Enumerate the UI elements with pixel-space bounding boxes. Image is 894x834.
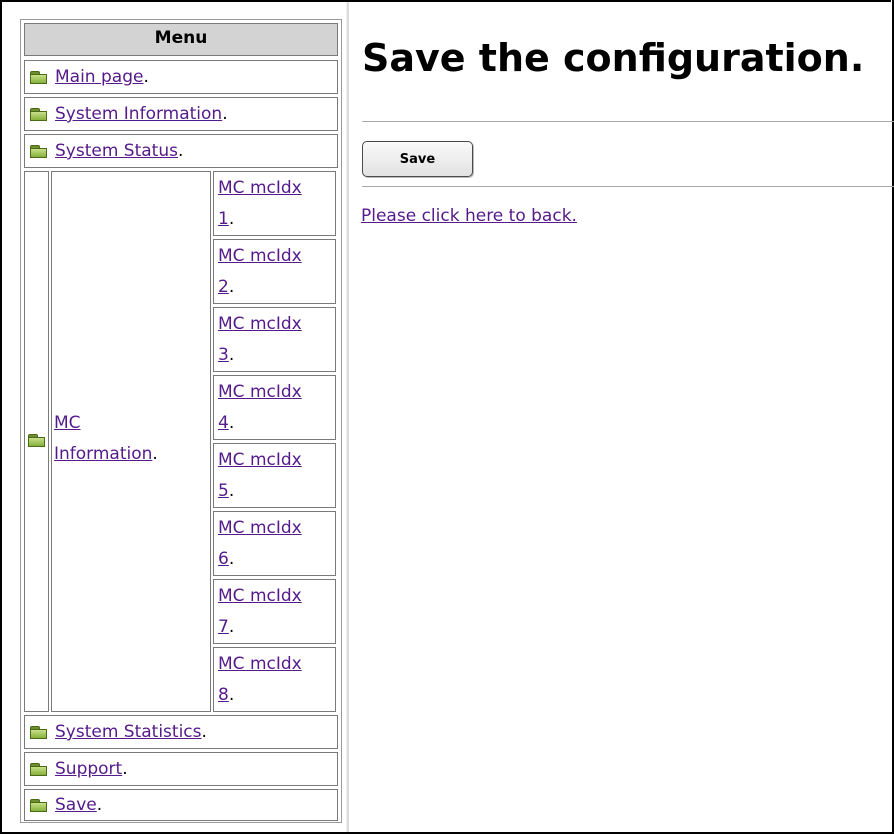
mc-information-line2: Information <box>54 444 153 464</box>
page-title: Save the configuration. <box>362 36 865 80</box>
support-suffix: . <box>122 759 128 779</box>
menu-frame: Menu Main page. System Information. Syst… <box>2 2 346 832</box>
support-link[interactable]: Support <box>55 759 122 779</box>
menu-item-system-information[interactable]: System Information. <box>24 97 338 131</box>
system-information-suffix: . <box>222 104 228 124</box>
menu-item-support[interactable]: Support. <box>24 752 338 786</box>
save-suffix: . <box>96 795 103 815</box>
mc-sub-item-8[interactable]: MC mcIdx 8. <box>213 647 336 712</box>
divider-top <box>362 121 894 122</box>
menu-item-main-page[interactable]: Main page. <box>24 60 338 94</box>
menu-item-save[interactable]: Save. <box>24 789 338 821</box>
mc-sub-item-6[interactable]: MC mcIdx 6. <box>213 511 336 576</box>
back-link[interactable]: Please click here to back. <box>361 203 577 229</box>
mc-icon-cell <box>24 171 49 712</box>
main-page-suffix: . <box>143 67 149 87</box>
menu-item-system-statistics[interactable]: System Statistics. <box>24 715 338 749</box>
menu-table: Menu Main page. System Information. Syst… <box>20 19 342 823</box>
folder-icon <box>30 799 47 812</box>
system-statistics-suffix: . <box>201 722 207 742</box>
mc-sub-item-4[interactable]: MC mcIdx 4. <box>213 375 336 440</box>
mc-sub-item-2[interactable]: MC mcIdx 2. <box>213 239 336 304</box>
mc-sub-item-1[interactable]: MC mcIdx 1. <box>213 171 336 236</box>
frame-divider[interactable] <box>346 2 349 832</box>
folder-icon <box>30 726 47 739</box>
folder-icon <box>30 763 47 776</box>
menu-item-mc-information[interactable]: MC Information. <box>51 171 211 712</box>
content-frame: Save the configuration. Save Please clic… <box>350 2 894 832</box>
menu-item-system-status[interactable]: System Status. <box>24 134 338 168</box>
mc-sub-item-5[interactable]: MC mcIdx 5. <box>213 443 336 508</box>
system-information-link[interactable]: System Information <box>55 104 222 124</box>
system-status-suffix: . <box>177 141 184 161</box>
folder-icon <box>30 71 47 84</box>
save-button[interactable]: Save <box>362 141 473 177</box>
menu-header: Menu <box>24 23 338 56</box>
main-page-link[interactable]: Main page <box>55 67 143 87</box>
divider-bottom <box>362 186 894 187</box>
system-statistics-link[interactable]: System Statistics <box>55 722 202 742</box>
mc-sub-item-3[interactable]: MC mcIdx 3. <box>213 307 336 372</box>
save-link[interactable]: Save <box>55 795 97 815</box>
folder-icon <box>30 145 47 158</box>
folder-icon <box>28 434 45 447</box>
mc-information-suffix: . <box>152 444 158 464</box>
folder-icon <box>30 108 47 121</box>
mc-information-link[interactable]: MC Information <box>54 413 152 464</box>
mc-sub-item-7[interactable]: MC mcIdx 7. <box>213 579 336 644</box>
system-status-link[interactable]: System Status <box>55 141 178 161</box>
mc-information-line1: MC <box>54 413 81 433</box>
